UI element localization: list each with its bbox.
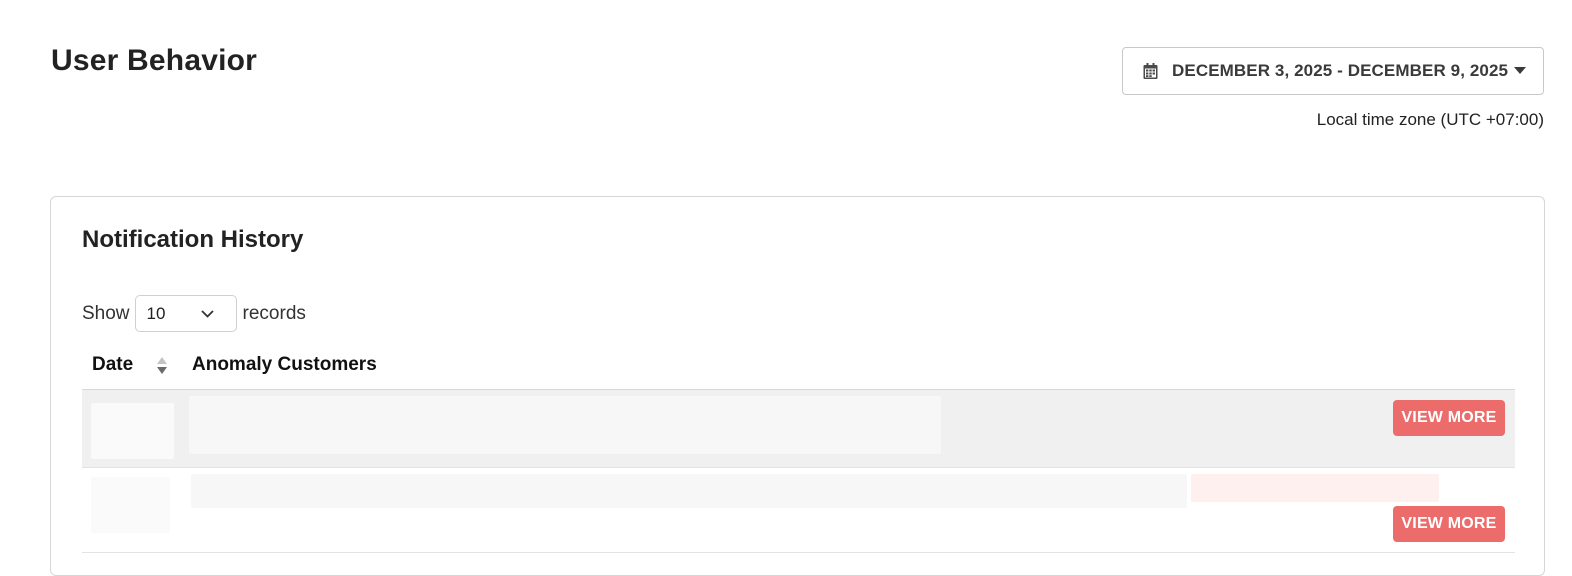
anomaly-cell-placeholder [191,474,1187,508]
date-range-label: DECEMBER 3, 2025 - DECEMBER 9, 2025 [1172,61,1509,80]
column-header-date[interactable]: Date [92,354,133,376]
caret-down-icon [1514,67,1527,74]
calendar-icon [1143,63,1158,79]
date-range-picker[interactable]: DECEMBER 3, 2025 - DECEMBER 9, 2025 [1122,47,1544,95]
timezone-label: Local time zone (UTC +07:00) [1316,110,1544,129]
sort-icon[interactable] [156,355,168,377]
notification-history-card: Notification History Show 10 records Dat… [50,196,1545,576]
card-title: Notification History [82,226,304,253]
anomaly-cell-placeholder [1191,474,1439,502]
records-label: records [242,302,306,324]
date-cell-placeholder [91,403,174,459]
view-more-button[interactable]: VIEW MORE [1393,506,1505,542]
chevron-down-icon [200,309,214,318]
page-size-value: 10 [146,303,166,323]
table-header: Date Anomaly Customers [82,347,1515,390]
anomaly-cell-placeholder [189,396,941,454]
page-size-select[interactable]: 10 [134,295,237,332]
view-more-button[interactable]: VIEW MORE [1393,400,1505,436]
show-label: Show [82,302,130,324]
column-header-anomaly-customers: Anomaly Customers [192,354,377,375]
table-row: VIEW MORE [82,468,1515,553]
page-title: User Behavior [51,44,258,77]
table-row: VIEW MORE [82,390,1515,468]
date-cell-placeholder [91,477,170,533]
page-size-control: Show 10 records [82,295,306,332]
